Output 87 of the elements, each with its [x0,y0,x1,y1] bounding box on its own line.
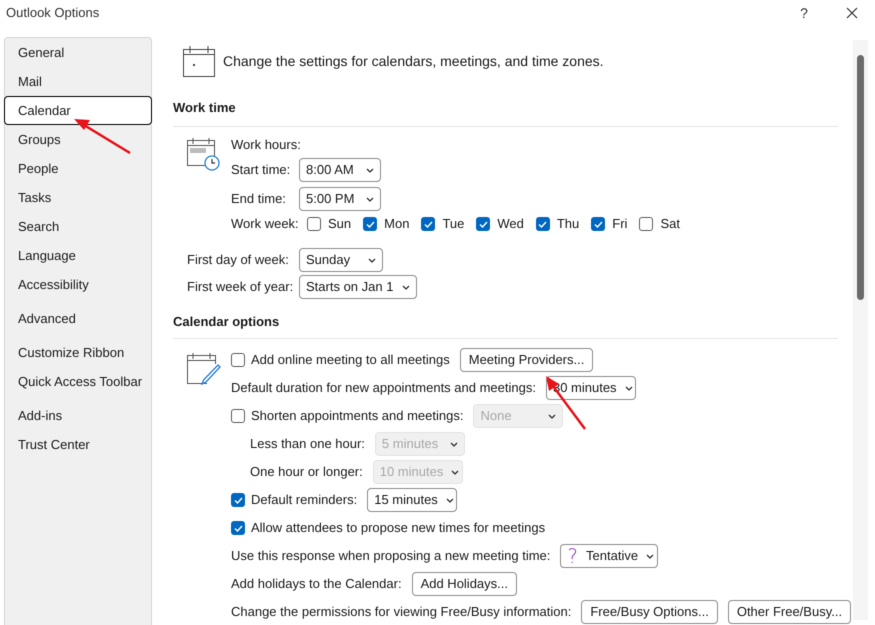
button[interactable]: Other Free/Busy... [728,600,852,624]
chevron-icon [366,168,374,172]
checkbox[interactable] [231,521,245,535]
scrollbar-thumb[interactable] [857,55,864,300]
annotation-arrow [74,119,131,154]
dropdown[interactable]: 8:00 AM [299,158,381,182]
check-icon [424,220,433,228]
page-heading: Change the settings for calendars, meetings, and time zones. [223,52,604,71]
sidebar-item[interactable]: Mail [5,67,151,96]
label: Default reminders: [251,491,358,510]
check-icon [234,496,242,504]
button[interactable]: Add Holidays... [412,572,517,596]
dropdown[interactable]: Sunday [299,248,383,272]
chevron-icon [548,414,556,418]
checkbox[interactable] [591,217,606,231]
checkbox[interactable] [231,353,245,367]
help-button[interactable]: ? [789,1,819,25]
label: Add online meeting to all meetings [251,351,450,370]
chevron-icon [451,470,460,474]
sidebar-item[interactable]: Tasks [5,183,151,212]
close-icon[interactable] [846,7,858,19]
label: Thu [556,215,580,234]
checkbox[interactable] [639,217,654,231]
label: Allow attendees to propose new times for meetings [251,519,546,538]
label: Work hours: [231,137,302,153]
sidebar-item[interactable]: Language [5,241,151,270]
chevron-icon [402,284,410,290]
label: One hour or longer: [250,463,363,482]
window-title: Outlook Options [6,4,100,22]
sidebar-item[interactable]: Trust Center [5,430,151,459]
check-icon [366,220,375,228]
sidebar-item[interactable]: General [5,38,151,67]
label: Add holidays to the Calendar: [231,575,402,594]
label: First day of week: [187,251,290,270]
label: Change the permissions for viewing Free/Busy information: [231,603,572,622]
check-icon [538,220,548,228]
sidebar-item[interactable]: Search [5,212,151,241]
checkbox[interactable] [536,217,550,231]
calendar-clock-icon [187,137,221,171]
button[interactable]: Meeting Providers... [460,348,594,372]
section-heading: Calendar options [173,313,280,332]
label: First week of year: [187,278,294,296]
chevron-icon [646,554,654,558]
check-icon [478,220,488,228]
label: Wed [497,215,524,234]
label: Use this response when proposing a new meeting time: [231,547,550,566]
dropdown[interactable]: 15 minutes [367,488,458,512]
label: Default duration for new appointments and meetings: [231,379,536,398]
sidebar-item[interactable]: Advanced [5,304,151,333]
checkbox[interactable] [363,217,378,231]
check-icon [594,220,603,228]
label: Sat [660,215,680,234]
chevron-icon [450,442,458,446]
checkbox[interactable] [307,217,321,231]
label: Mon [384,215,410,234]
label: Shorten appointments and meetings: [251,407,464,426]
scrollbar[interactable] [853,40,868,620]
sidebar-item[interactable]: Add-ins [5,401,151,430]
calendar-icon [183,45,215,77]
checkbox[interactable] [476,217,490,231]
sidebar-item[interactable]: Quick Access Toolbar [5,367,151,396]
dropdown[interactable]: Starts on Jan 1 [299,275,417,299]
label: Fri [612,215,628,234]
button[interactable]: Free/Busy Options... [581,600,718,624]
dropdown[interactable]: ? Tentative [560,544,658,568]
label: Tue [442,215,464,234]
dropdown[interactable]: 5:00 PM [299,187,381,211]
check-icon [234,524,242,532]
checkbox[interactable] [231,493,245,507]
sidebar-item[interactable]: Customize Ribbon [5,338,151,367]
chevron-icon [446,498,454,502]
label: Work week: [231,215,300,234]
section-heading: Work time [173,99,237,118]
chevron-icon [368,258,376,262]
chevron-icon [624,386,633,390]
sidebar-item[interactable]: Accessibility [5,270,151,299]
calendar-pencil-icon [187,352,221,386]
label: Start time: [231,161,292,180]
checkbox[interactable] [421,217,436,231]
chevron-icon [366,196,374,202]
label: Less than one hour: [250,435,365,454]
sidebar-item[interactable]: Groups [5,125,151,154]
question-mark-icon: ? [567,546,578,566]
sidebar-item[interactable]: People [5,154,151,183]
sidebar-item[interactable]: Calendar [4,96,152,125]
label: End time: [231,190,287,208]
label: Sun [328,215,352,234]
